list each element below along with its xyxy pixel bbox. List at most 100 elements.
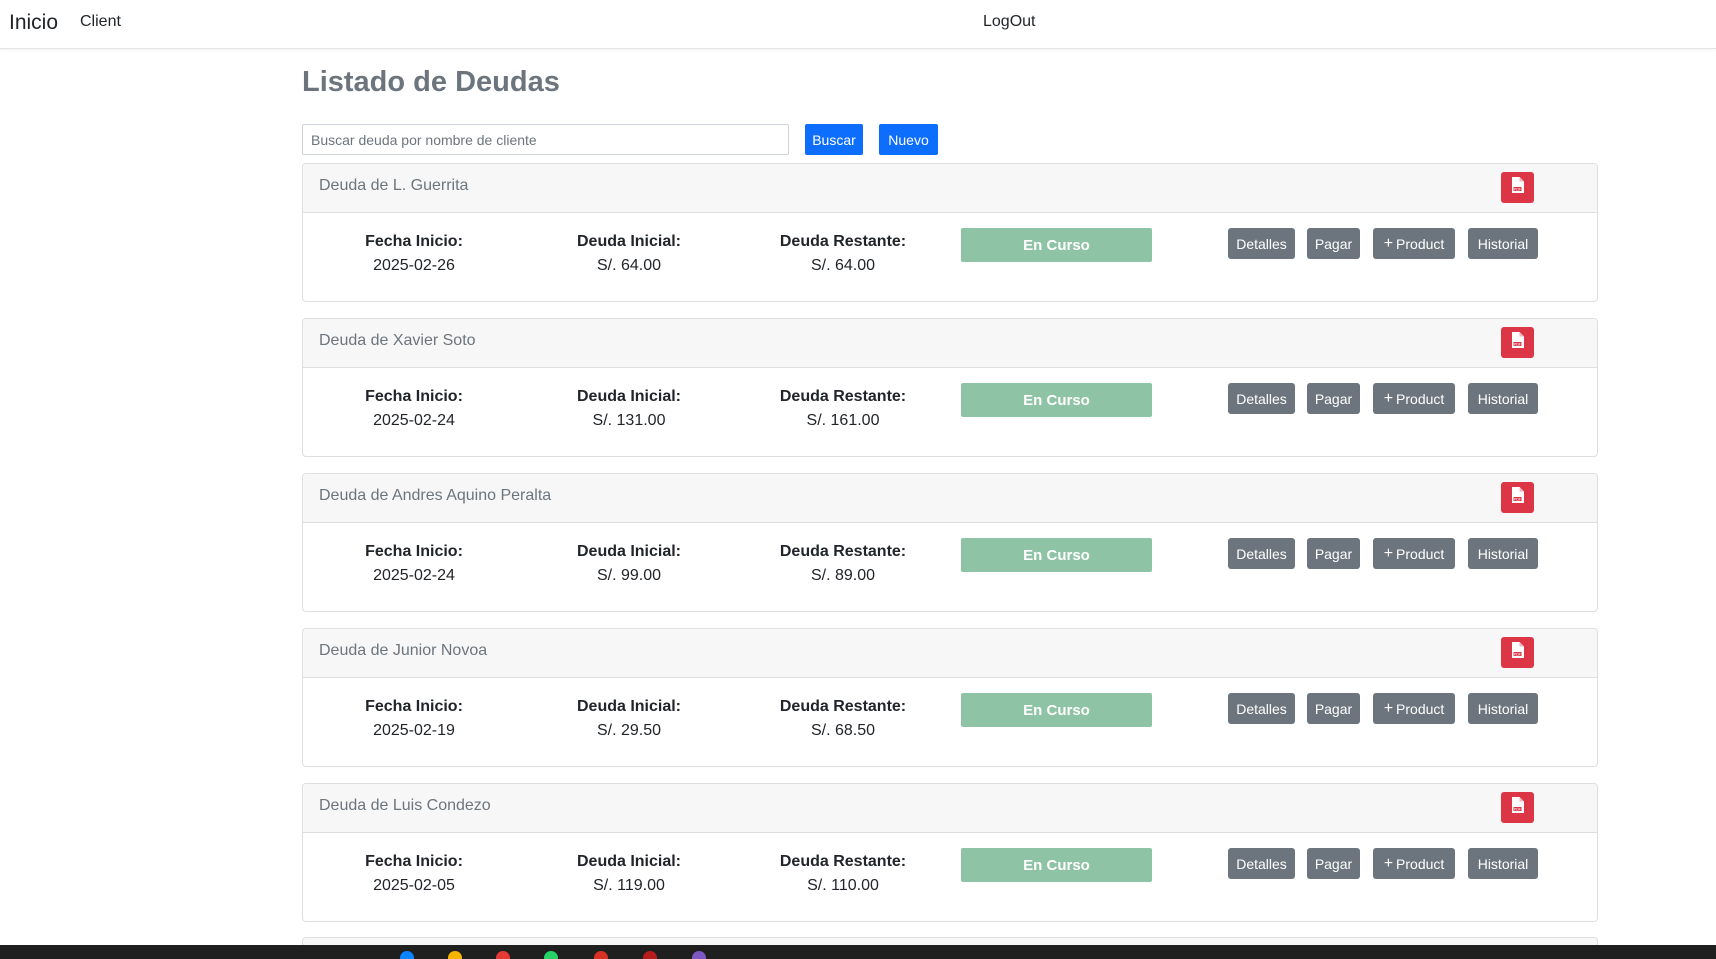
pagar-button[interactable]: Pagar	[1307, 538, 1360, 569]
os-taskbar	[0, 945, 1716, 959]
deuda-restante-field: Deuda Restante: S/. 68.50	[743, 698, 943, 740]
historial-button[interactable]: Historial	[1468, 693, 1538, 724]
detalles-button[interactable]: Detalles	[1228, 848, 1295, 879]
pdf-button[interactable]: PDF	[1501, 172, 1534, 203]
fecha-inicio-field: Fecha Inicio: 2025-02-26	[314, 233, 514, 275]
status-badge: En Curso	[961, 538, 1152, 572]
file-pdf-icon: PDF	[1511, 177, 1524, 198]
pagar-button[interactable]: Pagar	[1307, 848, 1360, 879]
nav-link-client[interactable]: Client	[80, 13, 121, 31]
search-button[interactable]: Buscar	[805, 124, 863, 155]
deuda-restante-field: Deuda Restante: S/. 64.00	[743, 233, 943, 275]
taskbar-app-icon[interactable]	[594, 951, 608, 959]
deuda-inicial-label: Deuda Inicial:	[576, 853, 682, 870]
pdf-button[interactable]: PDF	[1501, 482, 1534, 513]
add-product-button[interactable]: + Product	[1373, 693, 1455, 724]
plus-icon: +	[1383, 234, 1394, 252]
debt-card-header: Deuda de Luis Condezo PDF	[303, 784, 1597, 833]
add-product-button[interactable]: + Product	[1373, 848, 1455, 879]
svg-text:PDF: PDF	[1514, 807, 1521, 811]
file-pdf-icon: PDF	[1511, 332, 1524, 353]
deuda-restante-field: Deuda Restante: S/. 110.00	[743, 853, 943, 895]
pagar-button[interactable]: Pagar	[1307, 693, 1360, 724]
deuda-inicial-field: Deuda Inicial: S/. 119.00	[529, 853, 729, 895]
historial-button[interactable]: Historial	[1468, 538, 1538, 569]
deuda-inicial-value: S/. 99.00	[596, 567, 662, 584]
historial-button[interactable]: Historial	[1468, 848, 1538, 879]
fecha-inicio-field: Fecha Inicio: 2025-02-24	[314, 543, 514, 585]
debt-card: Deuda de Andres Aquino Peralta PDF Fecha…	[302, 473, 1598, 612]
fecha-inicio-value: 2025-02-24	[373, 412, 455, 429]
deuda-restante-field: Deuda Restante: S/. 89.00	[743, 543, 943, 585]
detalles-button[interactable]: Detalles	[1228, 228, 1295, 259]
add-product-label: Product	[1396, 855, 1445, 872]
deuda-restante-value: S/. 64.00	[810, 257, 876, 274]
svg-text:PDF: PDF	[1514, 497, 1521, 501]
taskbar-app-icon[interactable]	[448, 951, 462, 959]
deuda-restante-label: Deuda Restante:	[779, 853, 907, 870]
pagar-button[interactable]: Pagar	[1307, 383, 1360, 414]
new-debt-button[interactable]: Nuevo	[879, 124, 938, 155]
plus-icon: +	[1383, 544, 1394, 562]
deuda-inicial-field: Deuda Inicial: S/. 99.00	[529, 543, 729, 585]
deuda-restante-field: Deuda Restante: S/. 161.00	[743, 388, 943, 430]
add-product-button[interactable]: + Product	[1373, 383, 1455, 414]
nav-link-logout[interactable]: LogOut	[983, 13, 1035, 31]
pdf-button[interactable]: PDF	[1501, 637, 1534, 668]
debt-card: Deuda de Luis Condezo PDF Fecha Inicio: …	[302, 783, 1598, 922]
deuda-restante-value: S/. 89.00	[810, 567, 876, 584]
deuda-inicial-label: Deuda Inicial:	[576, 543, 682, 560]
debt-card-header: Deuda de L. Guerrita PDF	[303, 164, 1597, 213]
deuda-inicial-field: Deuda Inicial: S/. 29.50	[529, 698, 729, 740]
detalles-button[interactable]: Detalles	[1228, 538, 1295, 569]
deuda-restante-value: S/. 161.00	[806, 412, 880, 429]
deuda-restante-label: Deuda Restante:	[779, 543, 907, 560]
search-input[interactable]	[302, 124, 789, 155]
fecha-inicio-label: Fecha Inicio:	[365, 543, 463, 560]
taskbar-app-icon[interactable]	[496, 951, 510, 959]
deuda-inicial-label: Deuda Inicial:	[576, 233, 682, 250]
taskbar-app-icon[interactable]	[643, 951, 657, 959]
debt-card-header: Deuda de Andres Aquino Peralta PDF	[303, 474, 1597, 523]
file-pdf-icon: PDF	[1511, 487, 1524, 508]
svg-text:PDF: PDF	[1514, 342, 1521, 346]
pdf-button[interactable]: PDF	[1501, 327, 1534, 358]
pagar-button[interactable]: Pagar	[1307, 228, 1360, 259]
status-badge: En Curso	[961, 848, 1152, 882]
svg-text:PDF: PDF	[1514, 187, 1521, 191]
deuda-inicial-label: Deuda Inicial:	[576, 388, 682, 405]
deuda-inicial-value: S/. 64.00	[596, 257, 662, 274]
fecha-inicio-value: 2025-02-19	[373, 722, 455, 739]
deuda-inicial-value: S/. 29.50	[596, 722, 662, 739]
add-product-button[interactable]: + Product	[1373, 228, 1455, 259]
detalles-button[interactable]: Detalles	[1228, 693, 1295, 724]
historial-button[interactable]: Historial	[1468, 383, 1538, 414]
debt-card-title: Deuda de Andres Aquino Peralta	[319, 487, 552, 504]
debt-card-title: Deuda de Luis Condezo	[319, 797, 491, 814]
debt-card-header: Deuda de Xavier Soto PDF	[303, 319, 1597, 368]
fecha-inicio-field: Fecha Inicio: 2025-02-05	[314, 853, 514, 895]
add-product-label: Product	[1396, 235, 1445, 252]
status-badge: En Curso	[961, 383, 1152, 417]
status-badge: En Curso	[961, 228, 1152, 262]
taskbar-app-icon[interactable]	[544, 951, 558, 959]
detalles-button[interactable]: Detalles	[1228, 383, 1295, 414]
debt-card-title: Deuda de L. Guerrita	[319, 177, 469, 194]
taskbar-app-icon[interactable]	[400, 951, 414, 959]
file-pdf-icon: PDF	[1511, 797, 1524, 818]
historial-button[interactable]: Historial	[1468, 228, 1538, 259]
nav-brand-inicio[interactable]: Inicio	[9, 11, 58, 35]
deuda-restante-value: S/. 68.50	[810, 722, 876, 739]
fecha-inicio-label: Fecha Inicio:	[365, 233, 463, 250]
pdf-button[interactable]: PDF	[1501, 792, 1534, 823]
fecha-inicio-value: 2025-02-05	[373, 877, 455, 894]
taskbar-app-icon[interactable]	[692, 951, 706, 959]
add-product-label: Product	[1396, 390, 1445, 407]
deuda-inicial-field: Deuda Inicial: S/. 131.00	[529, 388, 729, 430]
page-title: Listado de Deudas	[302, 66, 560, 98]
debt-card-title: Deuda de Xavier Soto	[319, 332, 476, 349]
plus-icon: +	[1383, 854, 1394, 872]
add-product-label: Product	[1396, 700, 1445, 717]
add-product-button[interactable]: + Product	[1373, 538, 1455, 569]
deuda-restante-label: Deuda Restante:	[779, 698, 907, 715]
